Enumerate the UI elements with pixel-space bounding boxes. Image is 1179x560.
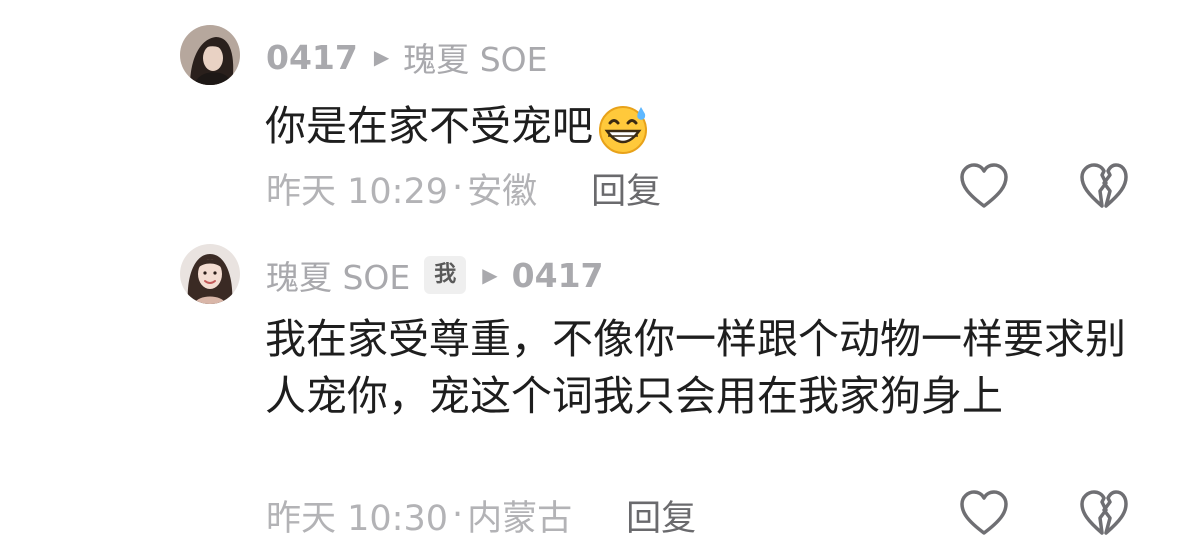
me-badge: 我 bbox=[424, 256, 467, 294]
author-handle[interactable]: 0417 bbox=[266, 38, 358, 77]
comment-footer: 昨天 10:30 · 内蒙古 回复 bbox=[266, 490, 696, 540]
comment-time: 昨天 10:29 bbox=[266, 171, 448, 212]
comment-body: 我在家受尊重，不像你一样跟个动物一样要求别人宠你，宠这个词我只会用在我家狗身上 bbox=[265, 311, 1135, 425]
reply-button[interactable]: 回复 bbox=[591, 163, 661, 214]
comment-location: 安徽 bbox=[467, 171, 538, 212]
comment-footer: 昨天 10:29 · 安徽 回复 bbox=[266, 163, 661, 213]
comment-text: 我在家受尊重，不像你一样跟个动物一样要求别人宠你，宠这个词我只会用在我家狗身上 bbox=[265, 315, 1126, 420]
play-triangle-icon: ▶ bbox=[482, 263, 498, 287]
reply-to-name[interactable]: 瑰夏 SOE bbox=[403, 33, 547, 81]
comment-body: 你是在家不受宠吧 bbox=[265, 98, 1145, 155]
avatar[interactable] bbox=[180, 25, 240, 85]
heart-outline-icon[interactable] bbox=[958, 488, 1010, 540]
comment-meta: 0417 ▶ 瑰夏 SOE bbox=[266, 33, 548, 81]
avatar[interactable] bbox=[180, 244, 240, 304]
comment-text: 你是在家不受宠吧 bbox=[265, 102, 593, 150]
heart-outline-icon[interactable] bbox=[958, 161, 1010, 213]
broken-heart-icon[interactable] bbox=[1078, 161, 1130, 213]
comment-meta: 瑰夏 SOE 我 ▶ 0417 bbox=[266, 251, 604, 299]
grinning-sweat-emoji bbox=[595, 103, 651, 155]
separator-dot: · bbox=[452, 495, 464, 535]
broken-heart-icon[interactable] bbox=[1078, 488, 1130, 540]
reply-button[interactable]: 回复 bbox=[626, 490, 696, 541]
comment-time: 昨天 10:30 bbox=[266, 498, 448, 539]
author-name[interactable]: 瑰夏 SOE bbox=[266, 251, 410, 299]
play-triangle-icon: ▶ bbox=[373, 45, 390, 69]
reply-to-handle[interactable]: 0417 bbox=[512, 256, 604, 295]
comment-location: 内蒙古 bbox=[467, 498, 573, 539]
separator-dot: · bbox=[452, 168, 464, 208]
